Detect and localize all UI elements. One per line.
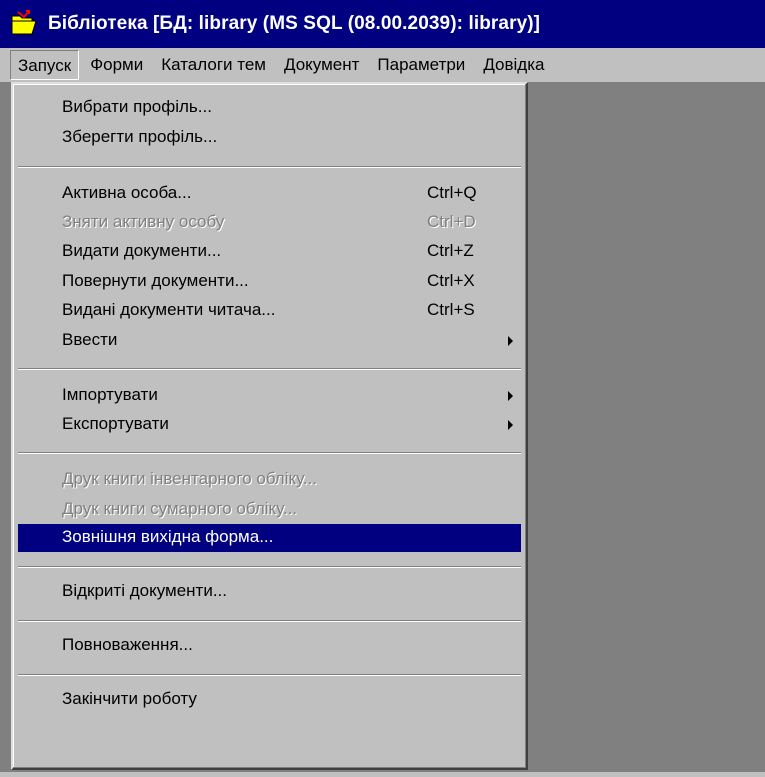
folder-open-icon [10,9,40,39]
menu-zapusk[interactable]: Запуск [10,50,80,80]
menu-separator [18,452,521,454]
menu-item-external-output-form[interactable]: Зовнішня вихідна форма... [18,524,521,552]
zapusk-dropdown-menu: Вибрати профіль... Зберегти профіль... А… [11,82,528,770]
status-strip [0,772,765,777]
menu-item-export[interactable]: Експортувати [18,411,521,439]
menu-item-label: Експортувати [62,414,169,433]
menu-item-label: Вибрати профіль... [62,97,212,116]
menu-bar: Запуск Форми Каталоги тем Документ Парам… [0,48,765,82]
menu-item-label: Зберегти профіль... [62,127,218,146]
title-bar[interactable]: Бібліотека [БД: library (MS SQL (08.00.2… [0,0,765,48]
menu-item-label: Активна особа... [62,183,192,202]
menu-separator [18,566,521,568]
menu-parametry[interactable]: Параметри [370,50,472,80]
menu-item-return-documents[interactable]: Повернути документи... Ctrl+X [18,268,521,296]
menu-item-issue-documents[interactable]: Видати документи... Ctrl+Z [18,238,521,266]
menu-item-exit[interactable]: Закінчити роботу [18,686,521,714]
menu-item-save-profile[interactable]: Зберегти профіль... [18,124,521,152]
menu-item-active-person[interactable]: Активна особа... Ctrl+Q [18,180,521,208]
menu-item-label: Друк книги інвентарного обліку... [62,469,318,488]
menu-item-label: Імпортувати [62,385,158,404]
menu-item-enter[interactable]: Ввести [18,327,521,355]
submenu-arrow-icon [508,336,513,346]
menu-separator [18,620,521,622]
menu-item-permissions[interactable]: Повноваження... [18,632,521,660]
menu-item-label: Закінчити роботу [62,689,197,708]
menu-item-print-summary-book: Друк книги сумарного обліку... [18,496,521,524]
menu-item-reader-issued-documents[interactable]: Видані документи читача... Ctrl+S [18,297,521,325]
menu-separator [18,368,521,370]
menu-dokument[interactable]: Документ [277,50,366,80]
menu-item-shortcut: Ctrl+S [427,300,475,319]
menu-item-label: Ввести [62,330,118,349]
submenu-arrow-icon [508,391,513,401]
menu-kataloh-tem[interactable]: Каталоги тем [154,50,273,80]
menu-item-label: Відкриті документи... [62,581,228,600]
menu-item-shortcut: Ctrl+Z [427,241,474,260]
menu-dovidka[interactable]: Довідка [476,50,551,80]
menu-item-clear-active-person: Зняти активну особу Ctrl+D [18,209,521,237]
menu-item-open-documents[interactable]: Відкриті документи... [18,578,521,606]
menu-item-label: Видані документи читача... [62,300,276,319]
menu-item-label: Зняти активну особу [62,212,225,231]
menu-item-label: Зовнішня вихідна форма... [62,527,274,546]
menu-item-label: Друк книги сумарного обліку... [62,499,298,518]
menu-separator [18,674,521,676]
menu-item-shortcut: Ctrl+Q [427,183,477,202]
menu-item-shortcut: Ctrl+D [427,212,476,231]
menu-separator [18,166,521,168]
menu-item-label: Повернути документи... [62,271,249,290]
menu-formy[interactable]: Форми [83,50,150,80]
menu-item-choose-profile[interactable]: Вибрати профіль... [18,94,521,122]
submenu-arrow-icon [508,420,513,430]
menu-item-print-inventory-book: Друк книги інвентарного обліку... [18,466,521,494]
window-title: Бібліотека [БД: library (MS SQL (08.00.2… [48,13,541,34]
menu-item-shortcut: Ctrl+X [427,271,475,290]
menu-item-import[interactable]: Імпортувати [18,382,521,410]
menu-item-label: Повноваження... [62,635,193,654]
menu-item-label: Видати документи... [62,241,222,260]
